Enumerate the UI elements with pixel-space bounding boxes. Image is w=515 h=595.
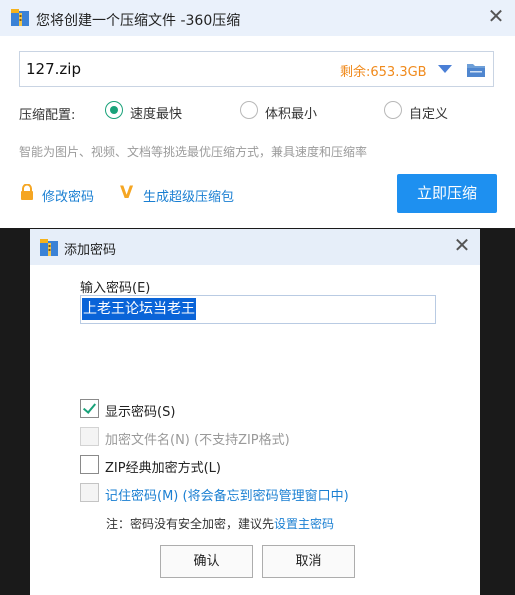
- dialog-titlebar: 添加密码 ✕: [30, 229, 480, 265]
- zip-classic-encryption-checkbox[interactable]: ZIP经典加密方式(L): [80, 455, 240, 476]
- archive-app-icon: [11, 9, 29, 26]
- radio-smallest[interactable]: 体积最小: [240, 101, 330, 122]
- archive-path-field[interactable]: 127.zip 剩余:653.3GB: [19, 51, 494, 87]
- vip-icon: V: [120, 183, 134, 203]
- close-icon[interactable]: ✕: [484, 5, 508, 29]
- super-pack-link[interactable]: 生成超级压缩包: [143, 186, 234, 205]
- checkmark-icon: [82, 400, 97, 414]
- checkbox-box: [80, 455, 99, 474]
- dropdown-arrow-icon[interactable]: [438, 65, 452, 73]
- confirm-button[interactable]: 确认: [160, 545, 253, 578]
- password-input-label: 输入密码(E): [80, 281, 151, 296]
- show-password-checkbox[interactable]: 显示密码(S): [80, 399, 230, 420]
- password-value[interactable]: 上老王论坛当老王: [82, 298, 196, 320]
- free-space-label: 剩余:653.3GB: [340, 65, 427, 80]
- checkbox-box: [80, 399, 99, 418]
- security-note-text: 注：密码没有安全加密，建议先: [106, 517, 275, 531]
- compress-window: 您将创建一个压缩文件 -360压缩 ✕ 127.zip 剩余:653.3GB 压…: [0, 0, 515, 228]
- change-password-link[interactable]: 修改密码: [42, 186, 94, 205]
- compress-window-titlebar: 您将创建一个压缩文件 -360压缩 ✕: [0, 0, 515, 36]
- remember-password-label: 记住密码(M) (将会备忘到密码管理窗口中): [105, 489, 349, 504]
- password-input[interactable]: 上老王论坛当老王: [80, 295, 436, 324]
- set-master-password-link[interactable]: 设置主密码: [274, 517, 334, 531]
- encrypt-filenames-label: 加密文件名(N) (不支持ZIP格式): [105, 433, 290, 448]
- lock-icon: [21, 184, 33, 200]
- checkbox-box: [80, 427, 99, 446]
- radio-indicator: [240, 101, 258, 119]
- radio-fastest[interactable]: 速度最快: [105, 101, 195, 122]
- compress-now-button[interactable]: 立即压缩: [397, 174, 497, 213]
- encrypt-filenames-checkbox: 加密文件名(N) (不支持ZIP格式): [80, 427, 340, 448]
- show-password-label: 显示密码(S): [105, 405, 176, 420]
- compress-window-title: 您将创建一个压缩文件 -360压缩: [36, 13, 241, 29]
- radio-indicator: [384, 101, 402, 119]
- compression-config-label: 压缩配置:: [19, 108, 76, 123]
- cancel-button[interactable]: 取消: [262, 545, 355, 578]
- compression-hint: 智能为图片、视频、文档等挑选最优压缩方式，兼具速度和压缩率: [19, 145, 368, 159]
- radio-custom[interactable]: 自定义: [384, 101, 464, 122]
- archive-file-name[interactable]: 127.zip: [26, 60, 81, 78]
- radio-fastest-label: 速度最快: [130, 107, 183, 122]
- close-icon[interactable]: ✕: [450, 234, 474, 258]
- radio-smallest-label: 体积最小: [265, 107, 318, 122]
- radio-custom-label: 自定义: [409, 107, 449, 122]
- checkbox-box: [80, 483, 99, 502]
- add-password-dialog: 添加密码 ✕ 输入密码(E) 上老王论坛当老王 显示密码(S) 加密文件名(N)…: [30, 229, 480, 595]
- remember-password-checkbox[interactable]: 记住密码(M) (将会备忘到密码管理窗口中): [80, 483, 380, 504]
- folder-icon[interactable]: [466, 61, 486, 78]
- archive-app-icon: [40, 239, 58, 256]
- radio-selected-indicator: [105, 101, 123, 119]
- zip-classic-encryption-label: ZIP经典加密方式(L): [105, 461, 221, 476]
- security-note: 注：密码没有安全加密，建议先设置主密码: [106, 515, 334, 532]
- dialog-title: 添加密码: [64, 243, 117, 258]
